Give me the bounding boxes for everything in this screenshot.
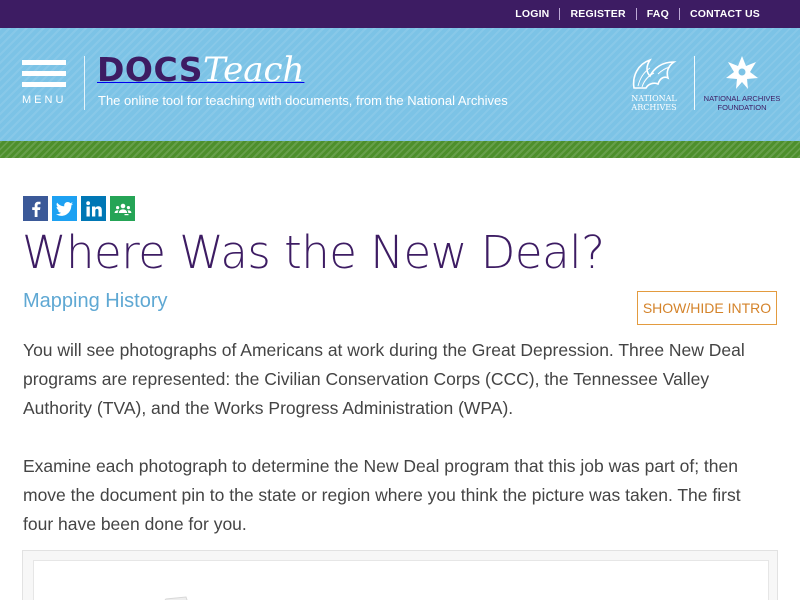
twitter-share-button[interactable] bbox=[52, 196, 77, 221]
site-tagline: The online tool for teaching with docume… bbox=[98, 93, 508, 108]
activity-panel bbox=[22, 550, 778, 600]
logo-docs-text: DOCS bbox=[97, 50, 204, 89]
show-hide-intro-button[interactable]: SHOW/HIDE INTRO bbox=[637, 291, 777, 325]
login-link[interactable]: LOGIN bbox=[505, 8, 559, 20]
activity-subtitle: Mapping History bbox=[23, 290, 168, 312]
foundation-line1: NATIONAL ARCHIVES bbox=[703, 94, 781, 103]
intro-text: You will see photographs of Americans at… bbox=[23, 336, 763, 539]
linkedin-icon bbox=[85, 200, 102, 216]
header-divider bbox=[84, 56, 85, 110]
linkedin-share-button[interactable] bbox=[81, 196, 106, 221]
foundation-logo[interactable]: NATIONAL ARCHIVES FOUNDATION bbox=[702, 54, 782, 116]
hamburger-icon-bar bbox=[22, 71, 66, 76]
archives-line2: ARCHIVES bbox=[631, 103, 677, 112]
register-link[interactable]: REGISTER bbox=[560, 8, 635, 20]
eagle-icon bbox=[632, 58, 677, 89]
activity-canvas[interactable] bbox=[33, 560, 769, 600]
site-header: MENU DOCSTeach The online tool for teach… bbox=[0, 28, 800, 141]
facebook-icon bbox=[31, 201, 40, 217]
hamburger-icon bbox=[22, 60, 66, 65]
national-archives-logo[interactable]: NATIONAL ARCHIVES bbox=[624, 54, 684, 116]
logo-teach-text: Teach bbox=[203, 50, 305, 90]
contact-us-link[interactable]: CONTACT US bbox=[680, 8, 770, 20]
intro-paragraph: You will see photographs of Americans at… bbox=[23, 340, 745, 418]
share-buttons bbox=[23, 196, 135, 221]
document-thumbnail-icon bbox=[164, 596, 188, 600]
twitter-icon bbox=[56, 201, 73, 216]
logo-divider bbox=[694, 56, 695, 110]
green-stripe-divider bbox=[0, 141, 800, 158]
google-classroom-share-button[interactable] bbox=[110, 196, 135, 221]
menu-label: MENU bbox=[22, 94, 67, 106]
page-title: Where Was the New Deal? bbox=[22, 226, 605, 279]
top-utility-bar: LOGIN REGISTER FAQ CONTACT US bbox=[0, 0, 800, 28]
star-burst-icon bbox=[726, 56, 758, 89]
google-classroom-icon bbox=[114, 203, 131, 215]
top-nav: LOGIN REGISTER FAQ CONTACT US bbox=[505, 0, 770, 28]
faq-link[interactable]: FAQ bbox=[637, 8, 679, 20]
docsteach-logo[interactable]: DOCSTeach bbox=[97, 50, 304, 90]
archives-line1: NATIONAL bbox=[631, 94, 677, 103]
foundation-line2: FOUNDATION bbox=[717, 103, 767, 112]
facebook-share-button[interactable] bbox=[23, 196, 48, 221]
intro-paragraph: Examine each photograph to determine the… bbox=[23, 456, 741, 534]
archives-wordmark: NATIONAL ARCHIVES bbox=[624, 94, 684, 112]
hamburger-icon-bar bbox=[22, 82, 66, 87]
foundation-wordmark: NATIONAL ARCHIVES FOUNDATION bbox=[702, 94, 782, 112]
menu-button[interactable]: MENU bbox=[22, 60, 68, 110]
